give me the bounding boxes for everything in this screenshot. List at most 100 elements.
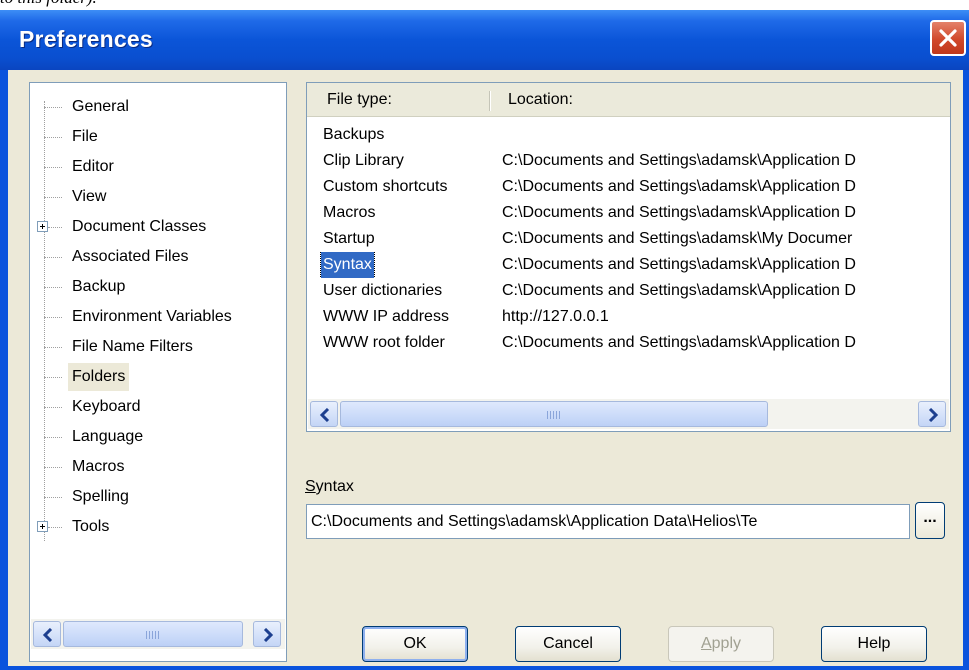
file-type-cell: Startup: [323, 230, 375, 247]
tree-connector: [44, 167, 62, 169]
tree-item-file-name-filters[interactable]: File Name Filters: [30, 333, 280, 361]
tree-item-language[interactable]: Language: [30, 423, 280, 451]
tree-connector: [44, 467, 62, 469]
expand-plus-icon[interactable]: [37, 521, 48, 532]
document-text-fragment: to this folder).: [0, 0, 300, 10]
list-row[interactable]: Clip Library C:\Documents and Settings\ad…: [307, 148, 950, 174]
location-cell: C:\Documents and Settings\adamsk\Applica…: [502, 256, 856, 273]
tree-item-backup[interactable]: Backup: [30, 273, 280, 301]
preferences-dialog: Preferences General File Editor View Documen…: [0, 10, 969, 670]
tree-connector: [44, 347, 62, 349]
folder-path-input[interactable]: C:\Documents and Settings\adamsk\Applica…: [306, 504, 910, 539]
list-row[interactable]: WWW IP address http://127.0.0.1: [307, 304, 950, 330]
help-button[interactable]: Help: [821, 626, 927, 662]
scroll-right-arrow-icon: [928, 408, 939, 422]
column-header-file-type[interactable]: File type:: [327, 83, 392, 116]
tree-item-label: Editor: [72, 158, 114, 175]
list-row[interactable]: WWW root folder C:\Documents and Settings…: [307, 330, 950, 356]
tree-scroll-left-button[interactable]: [33, 621, 61, 647]
location-cell: C:\Documents and Settings\adamsk\Applica…: [502, 334, 856, 351]
tree-item-label: File: [72, 128, 98, 145]
close-button[interactable]: [930, 20, 966, 56]
scroll-left-arrow-icon: [42, 628, 53, 642]
tree-item-label: Backup: [72, 278, 126, 295]
list-scroll-left-button[interactable]: [310, 401, 338, 427]
tree-item-label: Keyboard: [72, 398, 141, 415]
tree-item-view[interactable]: View: [30, 183, 280, 211]
syntax-field-label: Syntax: [305, 478, 354, 496]
tree-connector: [44, 437, 62, 439]
tree-item-label: Environment Variables: [72, 308, 232, 325]
file-type-cell: WWW root folder: [323, 334, 445, 351]
tree-item-spelling[interactable]: Spelling: [30, 483, 280, 511]
list-row[interactable]: Startup C:\Documents and Settings\adamsk\…: [307, 226, 950, 252]
list-row[interactable]: Backups: [307, 122, 950, 148]
tree-item-environment-variables[interactable]: Environment Variables: [30, 303, 280, 331]
tree-connector: [48, 227, 62, 229]
scroll-right-arrow-icon: [263, 628, 274, 642]
tree-connector: [44, 407, 62, 409]
tree-item-associated-files[interactable]: Associated Files: [30, 243, 280, 271]
tree-item-label: Document Classes: [72, 218, 207, 235]
apply-button[interactable]: Apply: [668, 626, 774, 662]
list-scroll-right-button[interactable]: [918, 401, 946, 427]
folders-list-view[interactable]: File type: Location: Backups Clip Library…: [306, 82, 951, 432]
location-cell: C:\Documents and Settings\adamsk\Applica…: [502, 282, 856, 299]
dialog-client-area: General File Editor View Document Classes Ass…: [8, 70, 963, 666]
tree-item-label: View: [72, 188, 107, 205]
tree-connector: [44, 107, 62, 109]
window-title: Preferences: [19, 26, 153, 52]
label-text: yntax: [315, 478, 354, 495]
list-scroll-thumb[interactable]: [340, 401, 768, 427]
list-row[interactable]: Macros C:\Documents and Settings\adamsk\A…: [307, 200, 950, 226]
tree-connector: [44, 197, 62, 199]
cancel-button[interactable]: Cancel: [515, 626, 621, 662]
tree-item-editor[interactable]: Editor: [30, 153, 280, 181]
tree-item-folders[interactable]: Folders: [30, 363, 280, 391]
tree-scroll-right-button[interactable]: [253, 621, 281, 647]
category-tree[interactable]: General File Editor View Document Classes Ass…: [29, 82, 287, 662]
tree-item-label: Tools: [72, 518, 110, 535]
list-header: File type: Location:: [307, 83, 950, 117]
list-row[interactable]: Custom shortcuts C:\Documents and Setting…: [307, 174, 950, 200]
file-type-cell: Clip Library: [323, 152, 404, 169]
expand-plus-icon[interactable]: [37, 221, 48, 232]
title-bar[interactable]: Preferences: [0, 10, 969, 70]
scroll-left-arrow-icon: [319, 408, 330, 422]
file-type-cell: Backups: [323, 126, 385, 143]
tree-horizontal-scrollbar[interactable]: [31, 619, 285, 649]
tree-connector: [48, 527, 62, 529]
tree-connector: [44, 317, 62, 319]
browse-button[interactable]: ...: [915, 502, 945, 539]
ok-button[interactable]: OK: [362, 626, 468, 662]
tree-connector: [44, 137, 62, 139]
column-divider[interactable]: [489, 91, 490, 111]
location-cell: http://127.0.0.1: [502, 308, 609, 325]
tree-item-tools[interactable]: Tools: [30, 513, 280, 541]
column-header-location[interactable]: Location:: [508, 83, 573, 116]
close-icon: [939, 29, 957, 47]
apply-accelerator: A: [700, 635, 712, 652]
tree-scroll-thumb[interactable]: [63, 621, 243, 647]
tree-item-label: Spelling: [72, 488, 129, 505]
file-type-cell: WWW IP address: [323, 308, 449, 325]
tree-connector: [44, 257, 62, 259]
tree-item-general[interactable]: General: [30, 93, 280, 121]
tree-item-keyboard[interactable]: Keyboard: [30, 393, 280, 421]
list-row[interactable]: Syntax C:\Documents and Settings\adamsk\A…: [307, 252, 950, 278]
file-type-cell: Macros: [323, 204, 376, 221]
tree-connector: [44, 377, 62, 379]
tree-item-label: Macros: [72, 458, 125, 475]
location-cell: C:\Documents and Settings\adamsk\My Docu…: [502, 230, 853, 247]
file-type-cell: Custom shortcuts: [323, 178, 448, 195]
location-cell: C:\Documents and Settings\adamsk\Applica…: [502, 152, 856, 169]
label-accelerator: S: [305, 478, 316, 495]
tree-item-macros[interactable]: Macros: [30, 453, 280, 481]
tree-item-label: General: [72, 98, 129, 115]
list-horizontal-scrollbar[interactable]: [308, 399, 949, 429]
list-row[interactable]: User dictionaries C:\Documents and Settin…: [307, 278, 950, 304]
tree-connector: [44, 287, 62, 289]
tree-item-document-classes[interactable]: Document Classes: [30, 213, 280, 241]
tree-item-label: Language: [72, 428, 144, 445]
tree-item-file[interactable]: File: [30, 123, 280, 151]
